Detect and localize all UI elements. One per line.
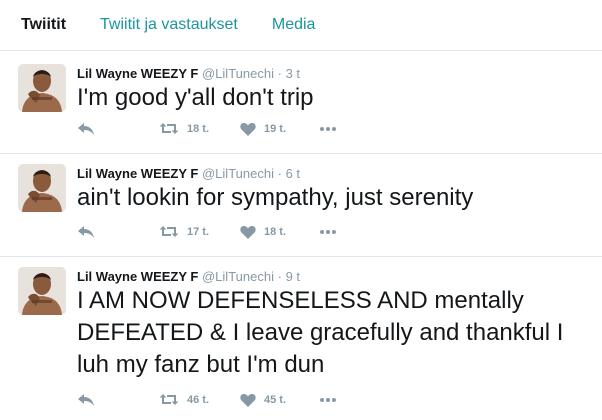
tweet-text: I AM NOW DEFENSELESS AND mentally DEFEAT… [77,287,564,378]
tweet-actions: 17 t. 18 t. [77,225,397,245]
retweet-button[interactable]: 46 t. [159,393,209,406]
reply-button[interactable] [77,122,95,136]
more-button[interactable] [319,126,337,132]
reply-icon [78,226,94,238]
tweet-header: Lil Wayne WEEZY F @LilTunechi · 9 t [77,269,300,284]
author-name[interactable]: Lil Wayne WEEZY F [77,66,198,81]
tweet-actions: 46 t. 45 t. [77,393,397,413]
like-count: 18 t. [264,226,287,238]
like-button[interactable]: 18 t. [240,225,286,239]
tweet-actions: 18 t. 19 t. [77,122,397,142]
tweet-header: Lil Wayne WEEZY F @LilTunechi · 3 t [77,66,300,81]
tab-tweets-and-replies[interactable]: Twiitit ja vastaukset [100,16,238,34]
reply-icon [78,123,94,135]
tab-tweets[interactable]: Twiitit [21,16,66,34]
tweet-time[interactable]: 6 t [286,166,300,181]
retweet-icon [159,123,179,134]
retweet-icon [159,394,179,405]
like-button[interactable]: 19 t. [240,122,286,136]
tweet-text: ain't lookin for sympathy, just serenity [77,184,474,211]
reply-button[interactable] [77,393,95,407]
author-name[interactable]: Lil Wayne WEEZY F [77,269,198,284]
avatar[interactable] [18,164,66,212]
retweet-button[interactable]: 18 t. [159,122,209,135]
heart-icon [240,123,256,136]
tweet[interactable]: Lil Wayne WEEZY F @LilTunechi · 9 t I AM… [0,257,602,420]
like-count: 19 t. [264,123,287,135]
retweet-button[interactable]: 17 t. [159,225,209,238]
tweet-time[interactable]: 3 t [286,66,300,81]
tweet-text: I'm good y'all don't trip [77,84,314,111]
retweet-count: 46 t. [187,393,210,406]
heart-icon [240,394,256,407]
like-count: 45 t. [264,394,287,406]
separator-dot: · [277,166,282,181]
retweet-count: 17 t. [187,225,210,238]
retweet-count: 18 t. [187,122,210,135]
author-handle[interactable]: @LilTunechi [202,66,274,81]
more-dots-icon [320,398,336,402]
author-name[interactable]: Lil Wayne WEEZY F [77,166,198,181]
profile-tabs: Twiitit Twiitit ja vastaukset Media [0,0,602,51]
like-button[interactable]: 45 t. [240,393,286,407]
retweet-icon [159,226,179,237]
tweet-header: Lil Wayne WEEZY F @LilTunechi · 6 t [77,166,300,181]
separator-dot: · [277,66,282,81]
more-dots-icon [320,127,336,131]
avatar[interactable] [18,64,66,112]
tweet-time[interactable]: 9 t [286,269,300,284]
more-dots-icon [320,230,336,234]
tab-media[interactable]: Media [272,16,316,34]
reply-icon [78,394,94,406]
tweet[interactable]: Lil Wayne WEEZY F @LilTunechi · 3 t I'm … [0,51,602,154]
heart-icon [240,226,256,239]
separator-dot: · [277,269,282,284]
author-handle[interactable]: @LilTunechi [202,269,274,284]
more-button[interactable] [319,229,337,235]
author-handle[interactable]: @LilTunechi [202,166,274,181]
tweet[interactable]: Lil Wayne WEEZY F @LilTunechi · 6 t ain'… [0,154,602,257]
reply-button[interactable] [77,225,95,239]
avatar[interactable] [18,267,66,315]
more-button[interactable] [319,397,337,403]
